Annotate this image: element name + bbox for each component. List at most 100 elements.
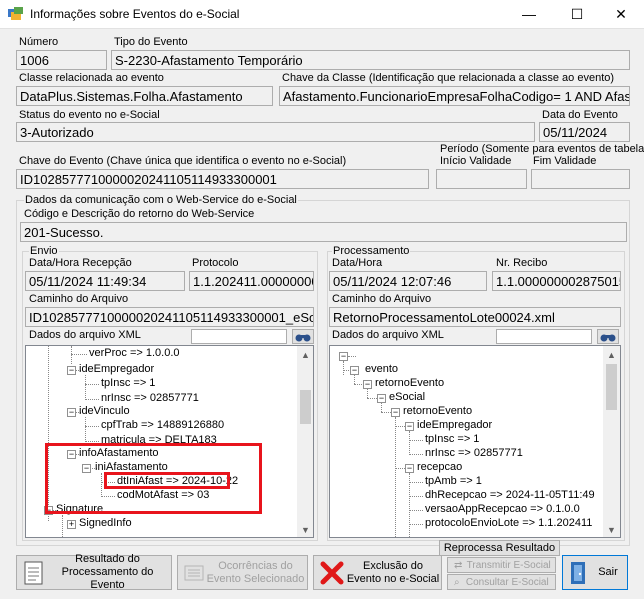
envio-data-field[interactable]: 05/11/2024 11:49:34 (25, 271, 185, 291)
highlight-box-inner (104, 472, 230, 489)
chave-evento-field[interactable]: ID1028577710000020241105114933300001 (16, 169, 429, 189)
tree-node[interactable]: ideEmpregador (417, 419, 492, 431)
window-title: Informações sobre Eventos do e-Social (30, 7, 240, 21)
tree-node[interactable]: eSocial (389, 391, 425, 403)
retorno-field[interactable]: 201-Sucesso. (20, 222, 627, 242)
consultar-button[interactable]: ⌕ Consultar E-Social (447, 574, 556, 590)
tree-node[interactable]: dhRecepcao => 2024-11-05T11:49 (425, 489, 595, 501)
envio-xml-label: Dados do arquivo XML (29, 329, 141, 341)
collapse-icon[interactable]: − (67, 366, 76, 375)
exclusao-button[interactable]: Exclusão do Evento no e-Social (313, 555, 442, 590)
transmitir-button[interactable]: ⇄ Transmitir E-Social (447, 557, 556, 573)
tree-node[interactable]: ideVinculo (79, 405, 130, 417)
collapse-icon[interactable]: − (67, 408, 76, 417)
envio-xml-search-input[interactable] (191, 329, 287, 344)
chave-evento-label: Chave do Evento (Chave única que identif… (19, 155, 347, 167)
collapse-icon[interactable]: − (391, 408, 400, 417)
resultado-button[interactable]: Resultado do Processamento do Evento (16, 553, 172, 591)
tree-node[interactable]: retornoEvento (375, 377, 444, 389)
tipo-evento-label: Tipo do Evento (114, 36, 188, 48)
ocorrencias-button[interactable]: Ocorrências do Evento Selecionado (177, 555, 308, 590)
tree-node[interactable]: verProc => 1.0.0.0 (89, 347, 180, 359)
collapse-icon[interactable]: − (350, 366, 359, 375)
scroll-up-icon[interactable]: ▲ (297, 346, 313, 363)
minimize-button[interactable]: — (506, 0, 552, 28)
consultar-label: Consultar E-Social (465, 576, 549, 588)
envio-label: Envio (29, 245, 59, 257)
tree-node[interactable]: ideEmpregador (79, 363, 154, 375)
exclusao-label: Exclusão do Evento no e-Social (346, 559, 440, 585)
protocolo-label: Protocolo (192, 257, 239, 269)
collapse-icon[interactable]: − (405, 422, 414, 431)
envio-scrollbar[interactable]: ▲ ▼ (297, 346, 313, 537)
sair-button[interactable]: Sair (562, 555, 628, 590)
title-bar: Informações sobre Eventos do e-Social — … (0, 0, 644, 29)
numero-field[interactable]: 1006 (16, 50, 107, 70)
periodo-label: Período (Somente para eventos de tabela) (440, 143, 644, 155)
envio-caminho-field[interactable]: ID1028577710000020241105114933300001_eSo… (25, 307, 314, 327)
status-label: Status do evento no e-Social (19, 109, 160, 121)
fim-validade-label: Fim Validade (533, 155, 597, 167)
status-field[interactable]: 3-Autorizado (16, 122, 535, 142)
numero-label: Número (19, 36, 59, 48)
tree-node[interactable]: evento (365, 363, 398, 375)
document-icon (24, 561, 43, 584)
reprocessa-button[interactable]: Reprocessa Resultado (439, 540, 560, 556)
envio-search-button[interactable] (292, 329, 314, 344)
data-evento-label: Data do Evento (542, 109, 618, 121)
processamento-label: Processamento (332, 245, 411, 257)
tree-node[interactable]: tpAmb => 1 (425, 475, 482, 487)
reprocessa-label: Reprocessa Resultado (443, 542, 556, 554)
tree-node[interactable]: retornoEvento (403, 405, 472, 417)
list-icon (184, 565, 204, 580)
collapse-icon[interactable]: − (363, 380, 372, 389)
collapse-icon[interactable]: − (405, 464, 414, 473)
proc-xml-search-input[interactable] (496, 329, 592, 344)
collapse-icon[interactable]: − (339, 352, 348, 361)
recibo-field[interactable]: 1.1.0000000028750153 (492, 271, 621, 291)
proc-caminho-label: Caminho do Arquivo (332, 293, 432, 305)
scroll-down-icon[interactable]: ▼ (603, 521, 620, 537)
scroll-down-icon[interactable]: ▼ (297, 521, 313, 537)
delete-x-icon (320, 561, 344, 584)
recibo-label: Nr. Recibo (496, 257, 548, 269)
fim-validade-field[interactable] (531, 169, 630, 189)
tree-node[interactable]: nrInsc => 02857771 (425, 447, 523, 459)
tree-node[interactable]: versaoAppRecepcao => 0.1.0.0 (425, 503, 580, 515)
close-button[interactable]: ✕ (598, 0, 644, 28)
tree-node[interactable]: SignedInfo (79, 517, 132, 529)
scroll-thumb[interactable] (300, 390, 311, 424)
proc-caminho-field[interactable]: RetornoProcessamentoLote00024.xml (329, 307, 621, 327)
proc-data-label: Data/Hora (332, 257, 383, 269)
scroll-up-icon[interactable]: ▲ (603, 346, 620, 363)
tree-node[interactable]: protocoloEnvioLote => 1.1.202411 (425, 517, 592, 529)
proc-data-field[interactable]: 05/11/2024 12:07:46 (329, 271, 487, 291)
chave-classe-label: Chave da Classe (Identificação que relac… (282, 72, 615, 84)
binoculars-icon (600, 334, 616, 342)
tree-node[interactable]: recepcao (417, 461, 462, 473)
retorno-label: Código e Descrição do retorno do Web-Ser… (24, 208, 255, 220)
proc-scrollbar[interactable]: ▲ ▼ (603, 346, 620, 537)
classe-field[interactable]: DataPlus.Sistemas.Folha.Afastamento (16, 86, 273, 106)
collapse-icon[interactable]: − (377, 394, 386, 403)
protocolo-field[interactable]: 1.1.202411.0000000010 (189, 271, 314, 291)
resultado-label: Resultado do Processamento do Evento (61, 553, 154, 591)
inicio-validade-field[interactable] (436, 169, 527, 189)
tree-node[interactable]: tpInsc => 1 (425, 433, 479, 445)
binoculars-icon (295, 334, 311, 342)
expand-icon[interactable]: + (67, 520, 76, 529)
scroll-thumb[interactable] (606, 364, 617, 410)
proc-xml-label: Dados do arquivo XML (332, 329, 444, 341)
classe-label: Classe relacionada ao evento (19, 72, 164, 84)
proc-search-button[interactable] (597, 329, 619, 344)
tree-node[interactable]: nrInsc => 02857771 (101, 392, 199, 404)
chave-classe-field[interactable]: Afastamento.FuncionarioEmpresaFolhaCodig… (279, 86, 630, 106)
tree-node[interactable]: tpInsc => 1 (101, 377, 155, 389)
tipo-evento-field[interactable]: S-2230-Afastamento Temporário (111, 50, 630, 70)
tree-node[interactable]: cpfTrab => 14889126880 (101, 419, 224, 431)
proc-xml-tree[interactable]: − − evento − retornoEvento − eSocial − r… (329, 345, 621, 538)
exit-door-icon (571, 561, 585, 584)
data-evento-field[interactable]: 05/11/2024 (539, 122, 630, 142)
maximize-button[interactable]: ☐ (554, 0, 600, 28)
app-icon (8, 7, 23, 20)
